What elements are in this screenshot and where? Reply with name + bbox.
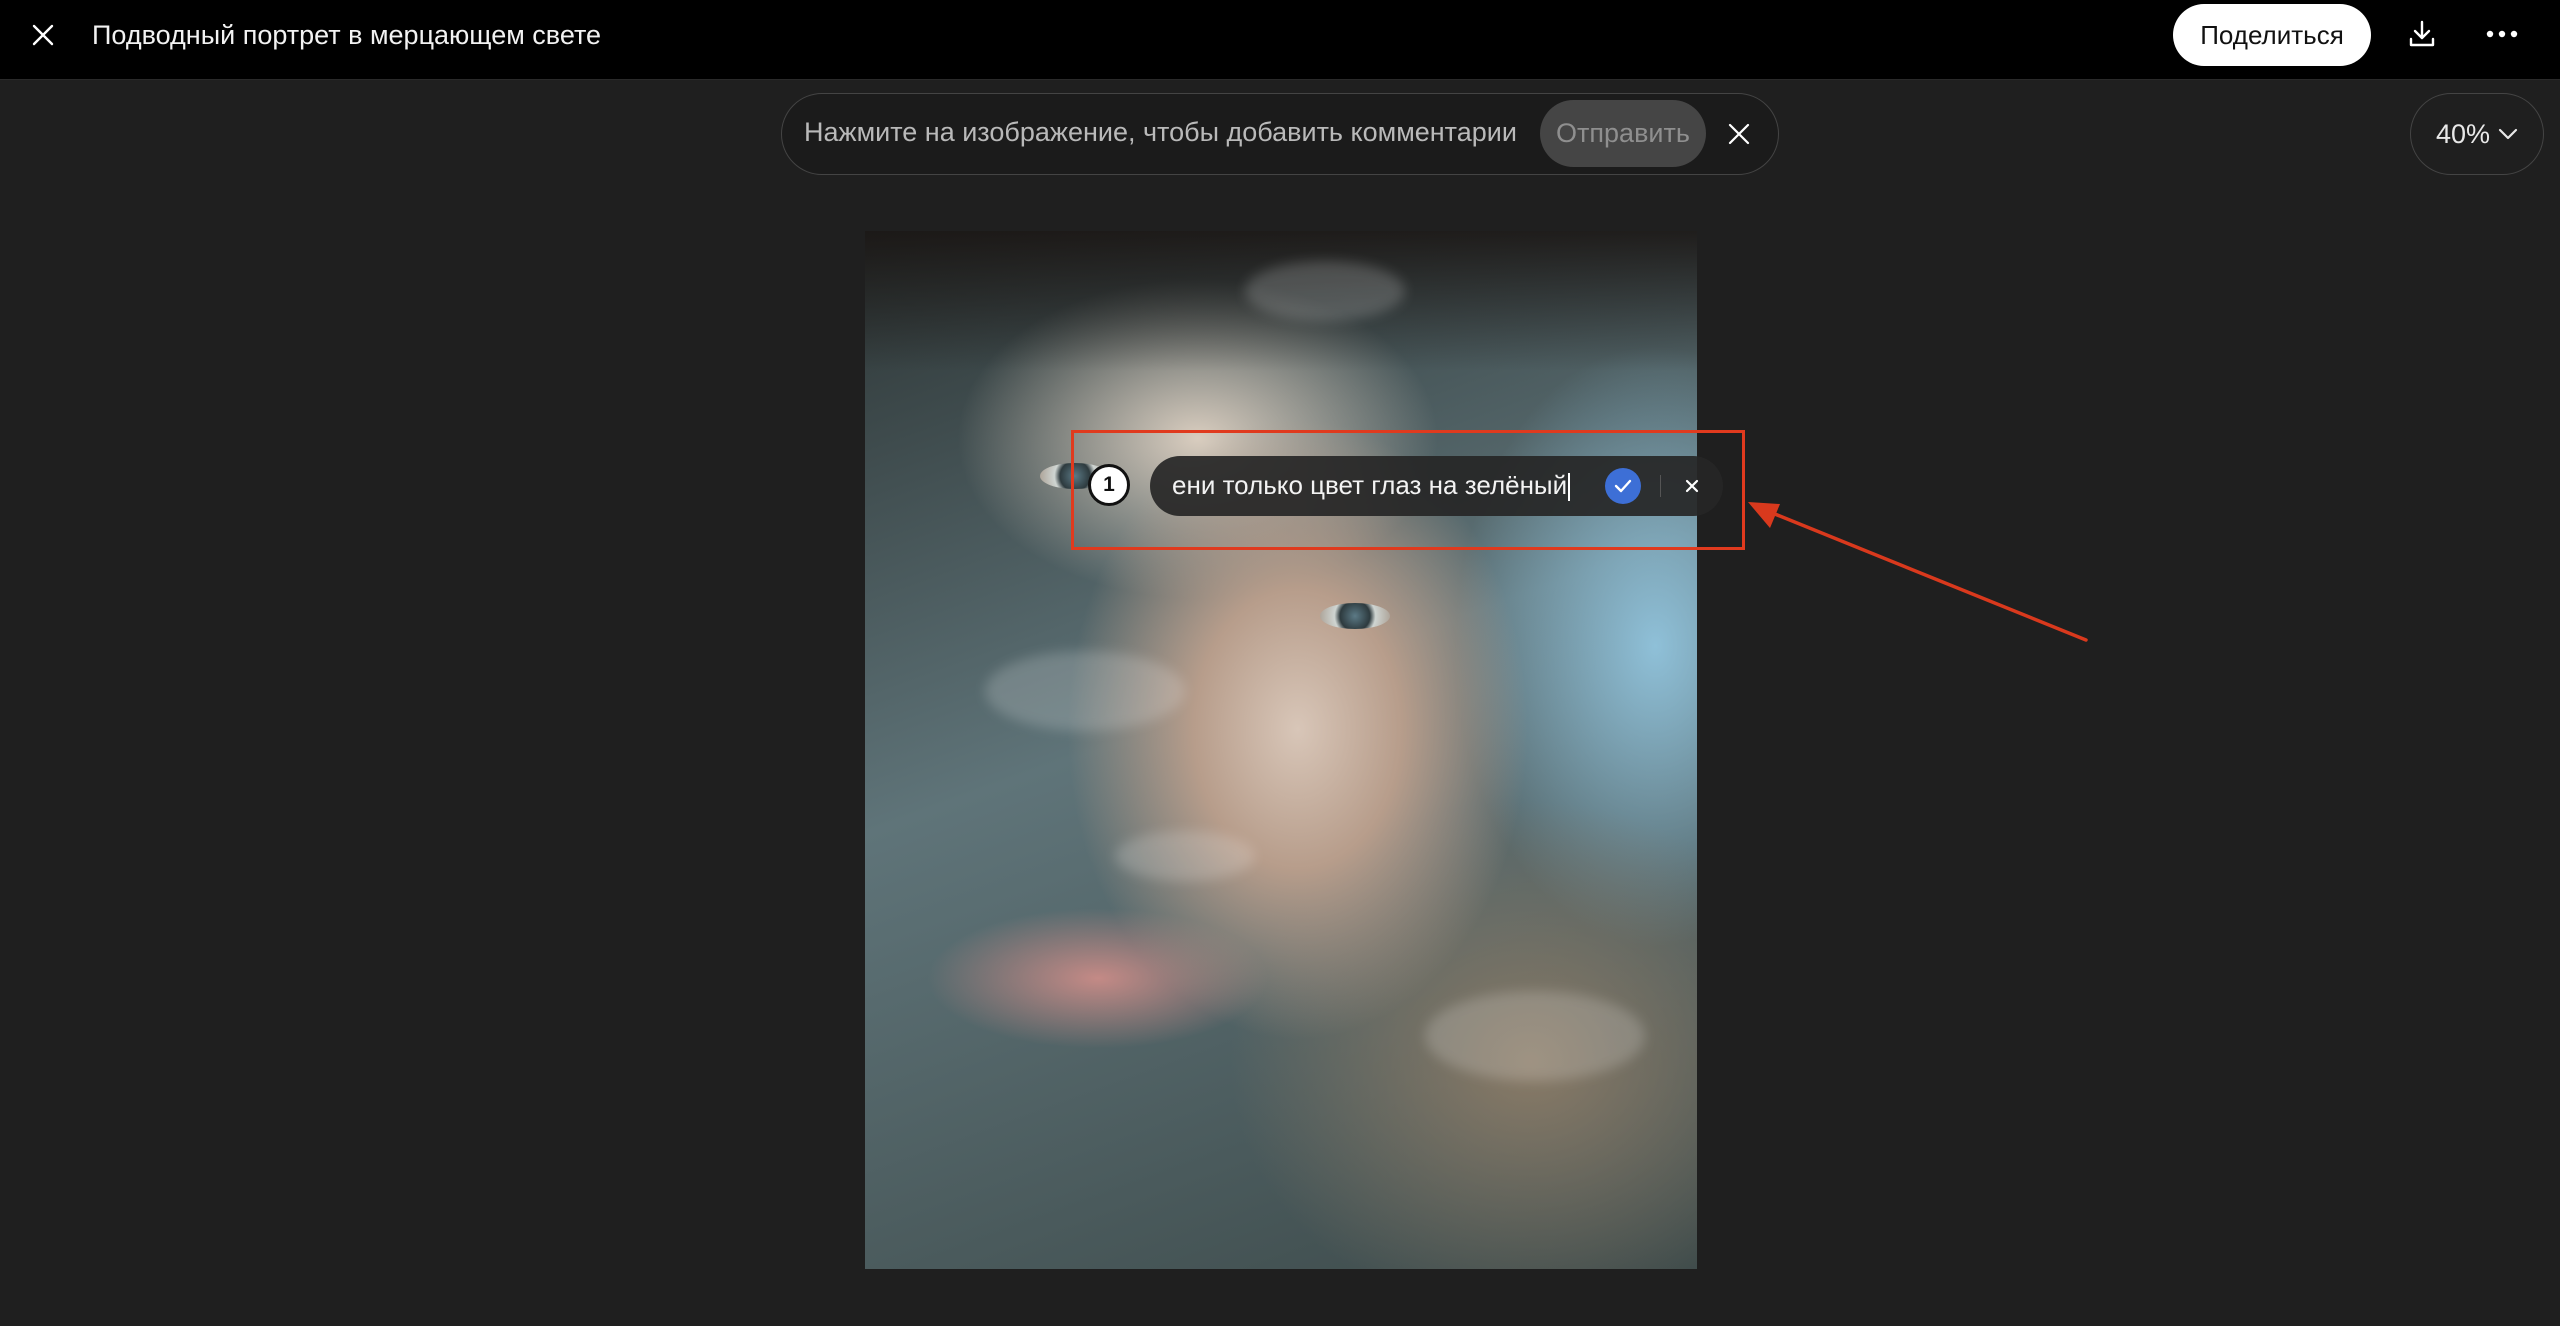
light-caustic (1115, 831, 1255, 881)
zoom-value: 40% (2435, 118, 2491, 149)
close-icon (1685, 479, 1699, 493)
more-options-button[interactable] (2480, 12, 2524, 56)
close-button[interactable] (22, 14, 64, 56)
check-icon (1614, 479, 1632, 493)
close-comment-mode-button[interactable] (1717, 112, 1761, 156)
light-caustic (985, 651, 1185, 731)
share-button[interactable]: Поделиться (2173, 4, 2371, 66)
comment-input-pill: ени только цвет глаз на зелёный (1150, 456, 1723, 516)
comment-hint-bar: Нажмите на изображение, чтобы добавить к… (781, 93, 1779, 175)
close-icon (1728, 123, 1750, 145)
portrait-image[interactable] (865, 231, 1697, 1269)
light-caustic (1245, 261, 1405, 321)
right-eye (1320, 603, 1390, 629)
comment-text: ени только цвет глаз на зелёный (1172, 470, 1568, 500)
send-button[interactable]: Отправить (1540, 100, 1706, 167)
text-caret (1568, 473, 1571, 502)
more-horizontal-icon (2486, 30, 2518, 38)
pointer-arrow (1748, 502, 2088, 642)
download-icon (2409, 20, 2435, 47)
divider (1660, 475, 1661, 497)
top-bar: Подводный портрет в мерцающем свете Поде… (0, 0, 2560, 80)
comment-hint-text: Нажмите на изображение, чтобы добавить к… (804, 117, 1517, 147)
light-caustic (1425, 991, 1645, 1081)
page-title: Подводный портрет в мерцающем свете (92, 20, 602, 50)
discard-comment-button[interactable] (1678, 472, 1706, 500)
close-icon (32, 24, 54, 46)
download-button[interactable] (2400, 12, 2444, 56)
chevron-down-icon (2498, 128, 2518, 140)
comment-pin[interactable]: 1 (1088, 464, 1130, 506)
zoom-select[interactable]: 40% (2410, 93, 2544, 175)
confirm-comment-button[interactable] (1605, 468, 1641, 504)
comment-input[interactable]: ени только цвет глаз на зелёный (1172, 470, 1571, 502)
